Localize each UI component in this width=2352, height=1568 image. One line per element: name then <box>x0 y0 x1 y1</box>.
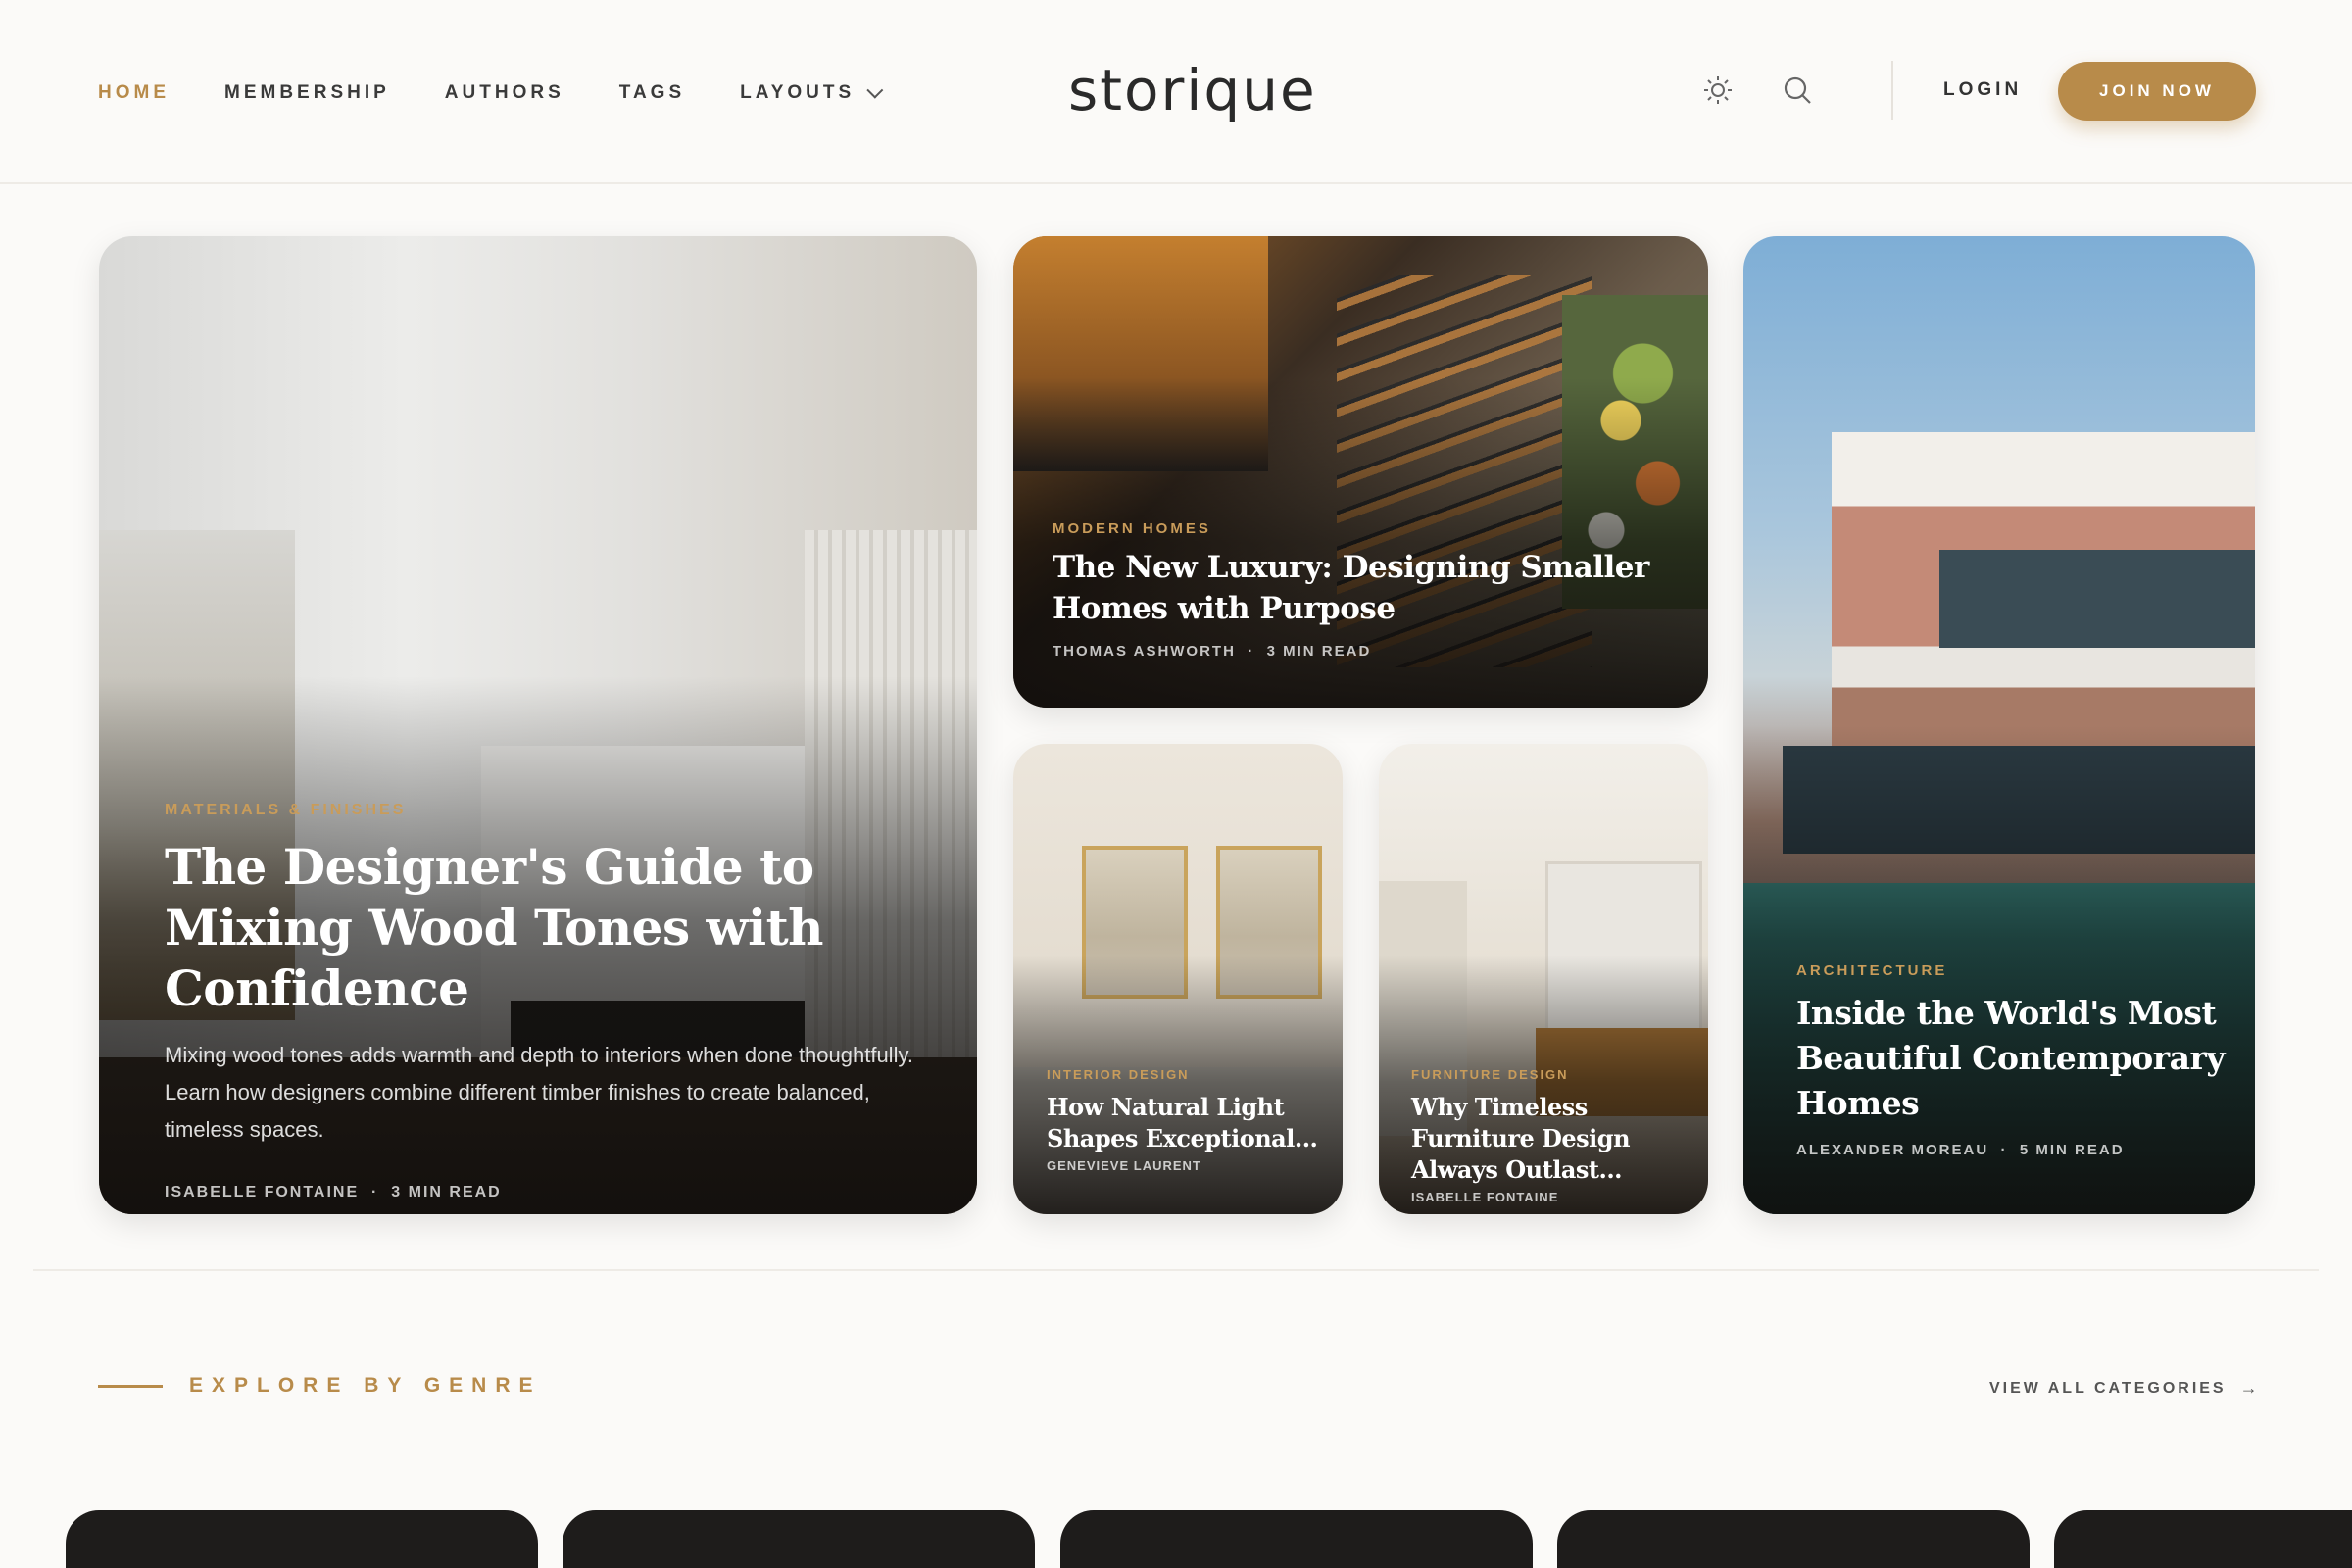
nav-item-layouts[interactable]: LAYOUTS <box>740 81 884 104</box>
nav-item-tags[interactable]: TAGS <box>619 82 685 104</box>
section-title: EXPLORE BY GENRE <box>189 1374 542 1396</box>
card-title[interactable]: The New Luxury: Designing Smaller Homes … <box>1053 547 1669 629</box>
card-author[interactable]: ALEXANDER MOREAU <box>1796 1142 1988 1158</box>
card-category[interactable]: FURNITURE DESIGN <box>1411 1067 1689 1082</box>
featured-card-modern-homes[interactable]: MODERN HOMES The New Luxury: Designing S… <box>1013 236 1708 708</box>
card-meta: ALEXANDER MOREAU · 5 MIN READ <box>1796 1142 2226 1158</box>
view-all-categories-link[interactable]: VIEW ALL CATEGORIES → <box>1989 1378 2261 1398</box>
genre-card[interactable] <box>1557 1510 2030 1568</box>
site-logo[interactable]: storique <box>1068 57 1317 123</box>
meta-separator: · <box>371 1184 379 1200</box>
login-link[interactable]: LOGIN <box>1943 79 2022 101</box>
site-header: HOME MEMBERSHIP AUTHORS TAGS LAYOUTS sto… <box>0 0 2352 184</box>
featured-card-main[interactable]: MATERIALS & FINISHES The Designer's Guid… <box>99 236 977 1214</box>
card-read-time: 3 MIN READ <box>391 1184 502 1200</box>
card-author[interactable]: GENEVIEVE LAURENT <box>1047 1158 1323 1173</box>
genre-card[interactable] <box>66 1510 538 1568</box>
nav-item-authors[interactable]: AUTHORS <box>445 82 564 104</box>
genre-card[interactable] <box>1060 1510 1533 1568</box>
section-divider <box>33 1269 2319 1271</box>
join-now-button[interactable]: JOIN NOW <box>2058 62 2256 121</box>
header-divider <box>1891 61 1893 120</box>
card-meta: THOMAS ASHWORTH · 3 MIN READ <box>1053 643 1669 660</box>
card-title[interactable]: Why Timeless Furniture Design Always Out… <box>1411 1092 1689 1186</box>
card-author[interactable]: ISABELLE FONTAINE <box>1411 1190 1689 1204</box>
meta-separator: · <box>1248 643 1255 660</box>
meta-separator: · <box>2000 1142 2008 1158</box>
card-excerpt: Mixing wood tones adds warmth and depth … <box>165 1043 913 1142</box>
card-content: INTERIOR DESIGN How Natural Light Shapes… <box>1047 1067 1323 1173</box>
genre-card[interactable] <box>2054 1510 2352 1568</box>
card-read-time: 3 MIN READ <box>1266 643 1372 660</box>
sun-icon[interactable] <box>1700 73 1736 108</box>
card-category[interactable]: MODERN HOMES <box>1053 520 1669 537</box>
card-category[interactable]: MATERIALS & FINISHES <box>165 802 918 819</box>
card-title[interactable]: The Designer's Guide to Mixing Wood Tone… <box>165 837 918 1019</box>
card-content: FURNITURE DESIGN Why Timeless Furniture … <box>1411 1067 1689 1204</box>
view-all-label: VIEW ALL CATEGORIES <box>1989 1379 2227 1396</box>
card-content: MODERN HOMES The New Luxury: Designing S… <box>1053 520 1669 660</box>
card-title[interactable]: How Natural Light Shapes Exceptional... <box>1047 1092 1323 1154</box>
nav-item-membership[interactable]: MEMBERSHIP <box>224 82 390 104</box>
card-category[interactable]: ARCHITECTURE <box>1796 962 2226 979</box>
featured-card-architecture[interactable]: ARCHITECTURE Inside the World's Most Bea… <box>1743 236 2255 1214</box>
featured-card-interior-design[interactable]: INTERIOR DESIGN How Natural Light Shapes… <box>1013 744 1343 1214</box>
card-meta: ISABELLE FONTAINE · 3 MIN READ <box>165 1184 918 1201</box>
main-nav: HOME MEMBERSHIP AUTHORS TAGS LAYOUTS <box>98 81 884 104</box>
nav-item-home[interactable]: HOME <box>98 82 170 104</box>
card-author[interactable]: ISABELLE FONTAINE <box>165 1184 359 1200</box>
card-author[interactable]: THOMAS ASHWORTH <box>1053 643 1236 660</box>
search-icon[interactable] <box>1780 73 1815 108</box>
arrow-right-icon: → <box>2239 1378 2261 1397</box>
card-category[interactable]: INTERIOR DESIGN <box>1047 1067 1323 1082</box>
card-content: ARCHITECTURE Inside the World's Most Bea… <box>1796 962 2226 1158</box>
section-title-accent-line <box>98 1385 163 1388</box>
featured-card-furniture-design[interactable]: FURNITURE DESIGN Why Timeless Furniture … <box>1379 744 1708 1214</box>
card-content: MATERIALS & FINISHES The Designer's Guid… <box>165 802 918 1201</box>
nav-item-layouts-label: LAYOUTS <box>740 82 856 103</box>
chevron-down-icon <box>866 81 884 99</box>
card-read-time: 5 MIN READ <box>2019 1142 2125 1158</box>
genre-card[interactable] <box>563 1510 1035 1568</box>
card-title[interactable]: Inside the World's Most Beautiful Contem… <box>1796 991 2226 1126</box>
